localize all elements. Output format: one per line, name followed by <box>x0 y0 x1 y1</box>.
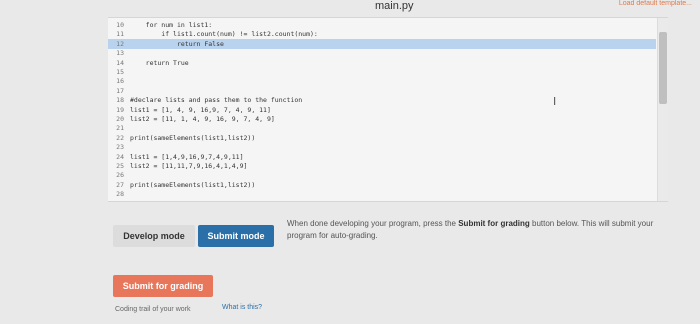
code-text: return False <box>130 39 224 48</box>
code-text: print(sameElements(list1,list2)) <box>130 133 256 142</box>
develop-mode-button[interactable]: Develop mode <box>113 225 195 247</box>
help-bold: Submit for grading <box>458 219 530 228</box>
text-cursor-icon: I <box>553 95 557 108</box>
code-editor[interactable]: 10 for num in list1: 11 if list1.count(nu… <box>108 17 668 202</box>
scrollbar-thumb[interactable] <box>659 32 667 104</box>
submit-for-grading-button[interactable]: Submit for grading <box>113 275 213 297</box>
help-prefix: When done developing your program, press… <box>287 219 459 228</box>
code-text: #declare lists and pass them to the func… <box>130 96 303 105</box>
coding-trail-label: Coding trail of your work <box>115 306 191 313</box>
code-text: return True <box>130 58 189 67</box>
code-text: list2 = [11, 1, 4, 9, 16, 9, 7, 4, 9] <box>130 115 275 123</box>
file-title: main.py <box>375 0 414 12</box>
editor-scrollbar[interactable] <box>657 18 668 201</box>
submit-help-text: When done developing your program, press… <box>287 218 657 242</box>
editor-topbar: main.py Load default template... <box>0 0 700 17</box>
code-text: list2 = [11,11,7,9,16,4,1,4,9] <box>130 162 248 170</box>
line-number: 28 <box>116 190 124 199</box>
load-template-link[interactable]: Load default template... <box>619 0 692 7</box>
code-text: list1 = [1, 4, 9, 16,9, 7, 4, 9, 11] <box>130 105 271 114</box>
code-text: list1 = [1,4,9,16,9,7,4,9,11] <box>130 152 244 161</box>
submit-mode-button[interactable]: Submit mode <box>198 225 274 247</box>
what-is-this-link[interactable]: What is this? <box>222 304 262 311</box>
code-text: print(sameElements(list1,list2)) <box>130 180 256 189</box>
code-line: 28 <box>108 189 656 199</box>
code-text: if list1.count(num) != list2.count(num): <box>130 30 318 39</box>
code-text: for num in list1: <box>130 21 213 29</box>
